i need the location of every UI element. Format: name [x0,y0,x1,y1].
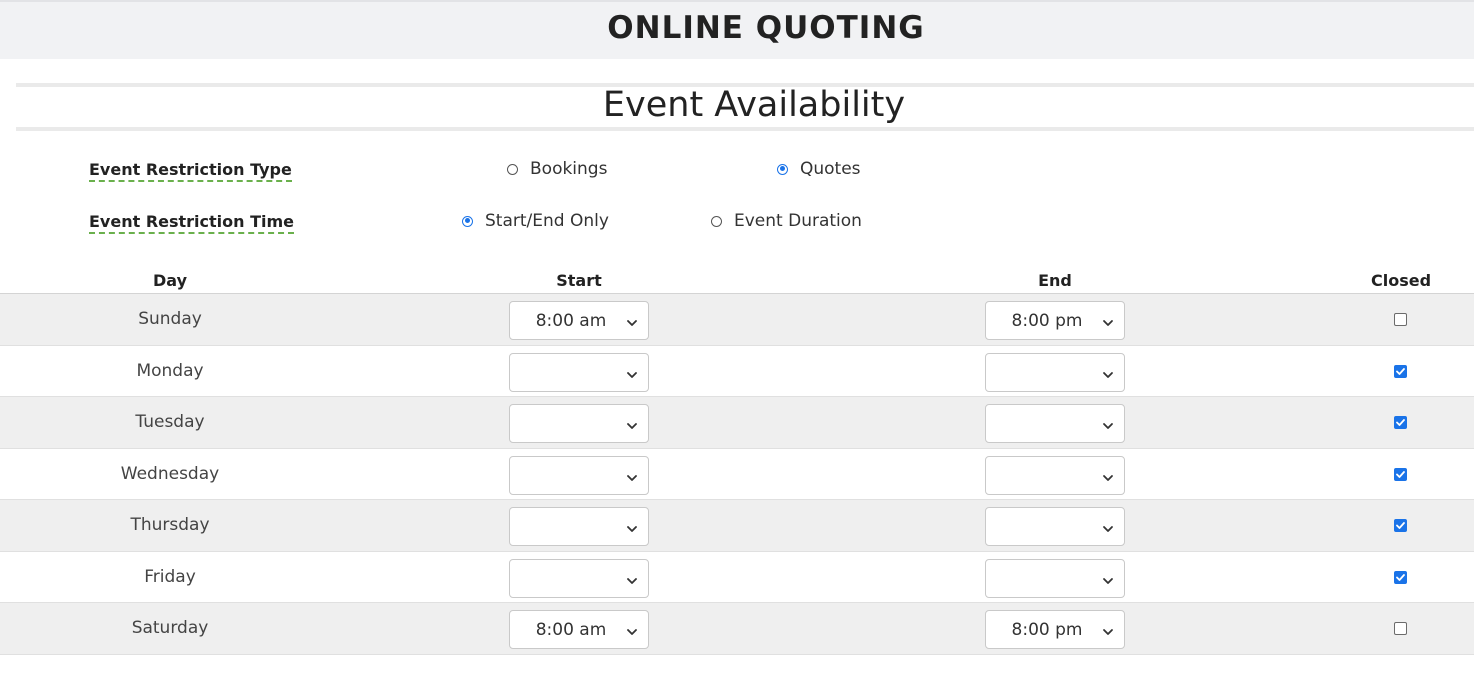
section-title: Event Availability [602,85,906,125]
radio-start-end-only[interactable]: Start/End Only [462,211,609,231]
chevron-down-icon [1102,366,1114,378]
end-time-value: 8:00 pm [1011,620,1083,640]
day-label: Sunday [138,309,202,329]
day-label: Tuesday [135,412,205,432]
table-row: Thursday [0,500,1474,552]
chevron-down-icon [1102,417,1114,429]
start-time-value: 8:00 am [535,620,607,640]
table-row: Tuesday [0,397,1474,449]
radio-bookings[interactable]: Bookings [507,159,607,179]
table-row: Saturday 8:00 am 8:00 pm [0,603,1474,655]
start-time-select[interactable] [509,404,649,443]
start-time-select[interactable] [509,352,649,392]
closed-checkbox[interactable] [1394,364,1407,378]
start-time-select[interactable] [509,558,649,598]
radio-bookings-label: Bookings [530,159,608,179]
chevron-down-icon [626,417,638,429]
column-header-start: Start [556,271,602,290]
closed-checkbox[interactable] [1394,416,1407,429]
radio-event-duration[interactable]: Event Duration [711,211,862,231]
chevron-down-icon [626,623,638,635]
end-time-select[interactable]: 8:00 pm [985,301,1125,340]
column-header-closed: Closed [1370,271,1432,290]
table-row: Sunday 8:00 am 8:00 pm [0,294,1474,346]
chevron-down-icon [1102,469,1114,481]
start-time-value: 8:00 am [535,311,607,331]
radio-event-duration-dot[interactable] [711,215,722,227]
closed-checkbox[interactable] [1394,570,1407,584]
closed-checkbox[interactable] [1394,313,1407,326]
radio-start-end-only-label: Start/End Only [485,211,609,231]
column-header-day: Day [152,271,187,290]
radio-quotes[interactable]: Quotes [777,159,861,179]
column-header-end: End [1038,271,1072,290]
restriction-type-label: Event Restriction Type [89,161,292,182]
radio-bookings-dot[interactable] [507,163,518,175]
page-title: ONLINE QUOTING [607,10,925,46]
start-time-select[interactable]: 8:00 am [509,610,649,649]
chevron-down-icon [626,366,638,378]
chevron-down-icon [626,314,638,326]
start-time-select[interactable] [509,507,649,546]
closed-checkbox[interactable] [1394,519,1407,532]
day-label: Monday [136,360,204,381]
availability-table: Sunday 8:00 am 8:00 pm Monday Tuesday Wednesd… [0,293,1474,655]
start-time-select[interactable]: 8:00 am [509,301,649,340]
table-row: Friday [0,552,1474,603]
chevron-down-icon [1102,314,1114,326]
radio-event-duration-label: Event Duration [734,211,862,231]
radio-quotes-dot[interactable] [777,163,788,175]
chevron-down-icon [626,469,638,481]
day-label: Friday [144,566,196,587]
chevron-down-icon [1102,520,1114,532]
chevron-down-icon [1102,572,1114,584]
table-row: Wednesday [0,449,1474,500]
end-time-select[interactable] [985,404,1125,443]
closed-checkbox[interactable] [1394,467,1407,481]
end-time-select[interactable] [985,558,1125,598]
end-time-select[interactable] [985,352,1125,392]
chevron-down-icon [626,572,638,584]
day-label: Wednesday [120,463,220,484]
end-time-select[interactable]: 8:00 pm [985,610,1125,649]
radio-quotes-label: Quotes [800,159,861,179]
day-label: Thursday [130,515,210,535]
end-time-select[interactable] [985,507,1125,546]
section-rule-bottom [16,127,1474,131]
start-time-select[interactable] [509,455,649,495]
chevron-down-icon [626,520,638,532]
restriction-time-label: Event Restriction Time [89,213,295,234]
chevron-down-icon [1102,623,1114,635]
day-label: Saturday [131,618,209,638]
radio-start-end-only-dot[interactable] [462,215,473,227]
end-time-value: 8:00 pm [1011,311,1083,331]
table-row: Monday [0,346,1474,397]
end-time-select[interactable] [985,455,1125,495]
closed-checkbox[interactable] [1394,622,1407,635]
